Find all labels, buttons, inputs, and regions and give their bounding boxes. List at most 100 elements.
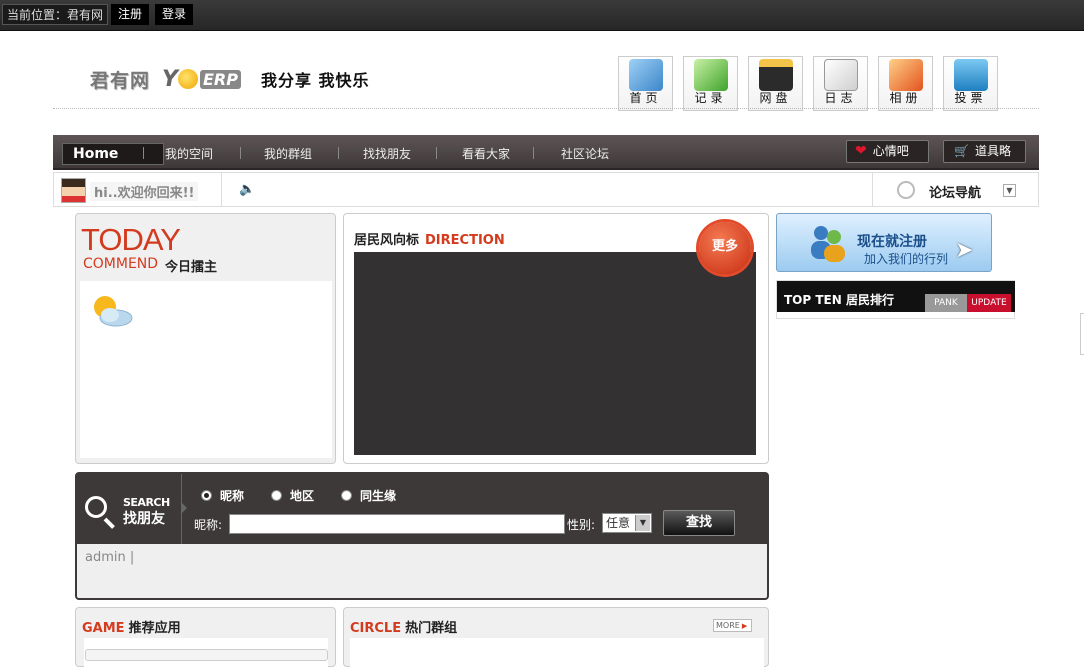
props-label: 道具略 (974, 144, 1011, 158)
radio-icon (271, 490, 282, 501)
search-zh-label: 找朋友 (123, 511, 165, 527)
rank-tab[interactable]: PANK (925, 294, 967, 312)
props-button[interactable]: 🛒 道具略 (943, 140, 1026, 163)
quick-link-album[interactable]: 相册 (878, 56, 933, 111)
speaker-icon[interactable]: 🔈 (239, 182, 255, 197)
register-line1: 现在就注册 (857, 234, 927, 250)
weather-icon (94, 296, 133, 327)
register-banner[interactable]: 现在就注册 加入我们的行列 ➤ (776, 213, 992, 272)
cart-icon: 🛒 (954, 144, 969, 158)
circle-title-zh: 热门群组 (405, 621, 458, 636)
logo-slogan: 我分享 我快乐 (260, 71, 370, 90)
smiley-icon (177, 68, 198, 89)
game-title-en: GAME (82, 621, 125, 636)
quick-link-label: 记录 (694, 91, 727, 105)
circle-title: CIRCLE 热门群组 (350, 617, 457, 636)
today-title: TODAY (81, 222, 181, 257)
direction-panel: 居民风向标 DIRECTION 更多 (343, 213, 769, 464)
quick-link-drive[interactable]: 网盘 (748, 56, 803, 111)
nav-browse-all[interactable]: 看看大家 (462, 145, 510, 162)
game-title: GAME 推荐应用 (82, 617, 181, 636)
direction-title: 居民风向标 DIRECTION (354, 229, 505, 248)
radio-label: 地区 (290, 489, 315, 503)
side-tab[interactable] (1080, 313, 1084, 355)
quick-link-label: 日志 (824, 91, 857, 105)
circle-title-en: CIRCLE (350, 621, 402, 636)
chevron-down-icon[interactable]: ▼ (1003, 184, 1016, 197)
notebook-icon (823, 59, 858, 91)
direction-title-zh: 居民风向标 (354, 233, 420, 248)
radio-label: 昵称 (220, 489, 245, 503)
nav-my-space[interactable]: 我的空间 (165, 145, 213, 162)
drive-icon (758, 59, 793, 91)
more-badge-button[interactable]: 更多 (699, 222, 751, 274)
radio-nickname[interactable]: 昵称 (201, 487, 244, 504)
chart-icon (953, 59, 988, 91)
breadcrumb: 当前位置：君有网 (2, 4, 109, 25)
quick-link-label: 相册 (889, 91, 922, 105)
folder-icon (628, 59, 663, 91)
register-line2: 加入我们的行列 (864, 252, 949, 266)
nav-separator (240, 147, 241, 159)
radio-same-birth[interactable]: 同生缘 (341, 487, 396, 504)
today-subtitle: 今日擂主 (165, 260, 218, 275)
search-header: SEARCH 找朋友 昵称 地区 同生缘 昵称: 性别: 任意 ▼ 查找 (77, 474, 767, 544)
nav-separator (143, 147, 144, 159)
quick-link-records[interactable]: 记录 (683, 56, 738, 111)
circle-content (350, 638, 764, 668)
search-tags[interactable]: admin | (85, 550, 134, 565)
nickname-input[interactable] (229, 514, 565, 534)
gender-select[interactable]: 任意 ▼ (602, 513, 652, 533)
top-ten-title: TOP TEN 居民排行 (784, 293, 894, 307)
mood-button[interactable]: ❤ 心情吧 (846, 140, 929, 163)
game-panel: GAME 推荐应用 (75, 607, 336, 668)
search-button[interactable]: 查找 (663, 510, 735, 536)
quick-link-label: 网盘 (759, 91, 792, 105)
circle-more-button[interactable]: MORE ▶ (713, 619, 752, 632)
nav-home[interactable]: Home (62, 143, 164, 165)
quick-link-label: 首页 (629, 91, 662, 105)
friend-search-panel: SEARCH 找朋友 昵称 地区 同生缘 昵称: 性别: 任意 ▼ 查找 admi… (75, 472, 769, 600)
nav-separator (338, 147, 339, 159)
divider-notch (181, 502, 187, 514)
logo-cn: 君有网 (90, 69, 151, 92)
game-tab[interactable] (85, 649, 328, 661)
quick-link-journal[interactable]: 日志 (813, 56, 868, 111)
logo-erp: ERP (199, 69, 241, 89)
divider (872, 173, 873, 206)
quick-link-home[interactable]: 首页 (618, 56, 673, 111)
chevron-down-icon: ▼ (635, 515, 650, 531)
radio-label: 同生缘 (360, 489, 397, 503)
radio-icon (341, 490, 352, 501)
nav-forum[interactable]: 社区论坛 (561, 145, 609, 162)
avatar[interactable] (61, 178, 86, 203)
forum-nav-label[interactable]: 论坛导航 (929, 182, 981, 201)
heart-icon: ❤ (855, 143, 867, 159)
register-link[interactable]: 注册 (111, 4, 150, 25)
more-label: MORE (716, 621, 740, 630)
radio-selected-icon (201, 490, 212, 501)
photo-album-icon (888, 59, 923, 91)
nav-separator (533, 147, 534, 159)
update-tab[interactable]: UPDATE (967, 294, 1011, 312)
cursor-arrow-icon: ➤ (955, 238, 974, 263)
top-bar: 当前位置：君有网 注册 登录 (0, 0, 1084, 31)
search-icon (85, 496, 107, 518)
checklist-icon (693, 59, 728, 91)
welcome-bar: hi..欢迎你回来!! 🔈 论坛导航 ▼ (53, 172, 1039, 207)
nav-find-friends[interactable]: 找找朋友 (363, 145, 411, 162)
header-divider (53, 108, 1039, 109)
login-link[interactable]: 登录 (155, 4, 194, 25)
radio-region[interactable]: 地区 (271, 487, 314, 504)
logo-yo: Y (162, 67, 198, 92)
quick-link-vote[interactable]: 投票 (943, 56, 998, 111)
logo-y: Y (162, 66, 178, 92)
mood-label: 心情吧 (872, 144, 909, 158)
nav-separator (436, 147, 437, 159)
direction-media[interactable] (354, 252, 756, 455)
site-logo[interactable]: 君有网 Y ERP 我分享 我快乐 (90, 62, 370, 96)
nav-my-groups[interactable]: 我的群组 (264, 145, 312, 162)
gender-value: 任意 (606, 516, 631, 530)
game-title-zh: 推荐应用 (128, 621, 181, 636)
top-ten-panel: TOP TEN 居民排行 PANK UPDATE (776, 280, 1015, 319)
